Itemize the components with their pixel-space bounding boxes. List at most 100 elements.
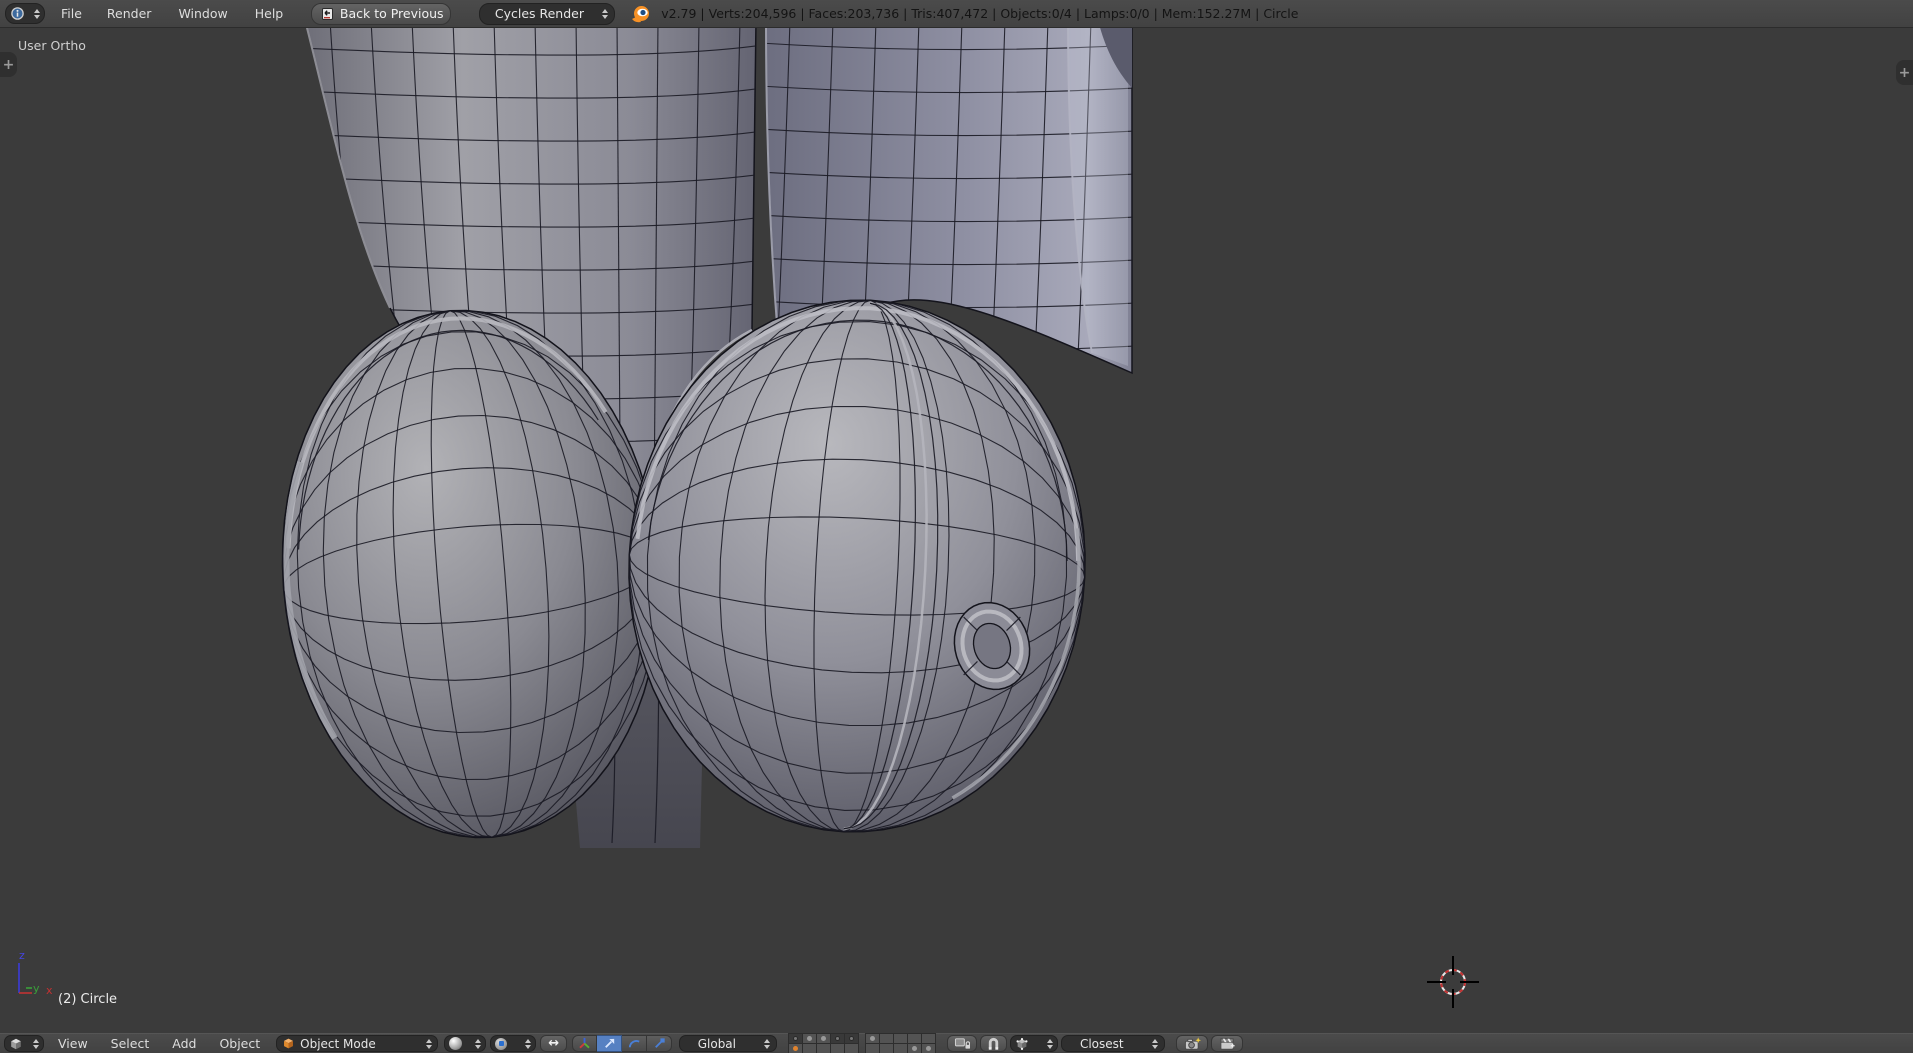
render-engine-select[interactable]: Cycles Render	[479, 2, 616, 25]
layer-cell[interactable]	[831, 1034, 845, 1043]
interaction-mode-select[interactable]: Object Mode	[276, 1035, 439, 1052]
layer-block-1	[788, 1033, 860, 1053]
opengl-render-animation-button[interactable]	[1211, 1035, 1244, 1052]
menu-render[interactable]: Render	[107, 6, 152, 21]
layer-block-2	[865, 1033, 937, 1053]
menu-select[interactable]: Select	[111, 1036, 150, 1051]
toolshelf-expand-tab[interactable]: +	[0, 52, 17, 77]
pivot-point-select[interactable]	[490, 1035, 537, 1052]
snap-element-arrows	[1042, 1038, 1054, 1049]
layer-cell[interactable]	[817, 1034, 831, 1043]
layer-cell[interactable]	[803, 1044, 817, 1053]
pivot-icon	[495, 1037, 508, 1050]
layer-cell[interactable]	[908, 1034, 922, 1043]
info-header-bar: File Render Window Help Back to Previous…	[0, 0, 1913, 28]
axis-z-label: z	[19, 949, 25, 962]
view3d-header-bar: View Select Add Object Object Mode ↔ Glo…	[0, 1033, 1913, 1053]
mode-value: Object Mode	[300, 1036, 376, 1051]
back-arrow-icon	[321, 7, 333, 20]
mode-select-arrows	[421, 1038, 433, 1049]
snap-target-arrows	[1147, 1038, 1159, 1049]
back-to-previous-button[interactable]: Back to Previous	[311, 2, 452, 25]
menu-help[interactable]: Help	[255, 6, 284, 21]
shading-sphere-icon	[449, 1037, 463, 1050]
layer-cell[interactable]	[831, 1044, 845, 1053]
clapperboard-icon	[1220, 1037, 1235, 1050]
engine-value: Cycles Render	[494, 6, 584, 21]
snap-toggle-button[interactable]	[980, 1035, 1008, 1052]
3d-viewport[interactable]: z y x User Ortho (2) Circle + +	[0, 28, 1913, 1033]
layer-cell[interactable]	[880, 1034, 894, 1043]
magnet-icon	[988, 1037, 999, 1050]
transform-orientation-select[interactable]: Global	[679, 1035, 778, 1052]
layer-object-dot	[849, 1036, 855, 1041]
layer-cell[interactable]	[866, 1044, 880, 1053]
lock-camera-to-scene-button[interactable]	[947, 1035, 978, 1052]
layer-object-dot	[821, 1036, 827, 1041]
layer-cell[interactable]	[845, 1044, 859, 1053]
mini-axis-gizmo: z y x	[18, 949, 53, 997]
properties-expand-tab[interactable]: +	[1896, 60, 1913, 85]
editor-selector-arrows	[29, 8, 40, 19]
wireframe-mesh: z y x	[18, 28, 1479, 1008]
layer-object-dot	[912, 1046, 918, 1051]
menu-file[interactable]: File	[61, 6, 82, 21]
viewport-shading-select[interactable]	[444, 1035, 487, 1052]
snap-element-select[interactable]	[1010, 1035, 1059, 1052]
info-editor-icon	[11, 7, 24, 20]
rotate-arc-icon	[628, 1040, 640, 1048]
manipulator-toggle-button[interactable]	[572, 1035, 598, 1052]
editor-selector-arrows	[28, 1038, 39, 1049]
object-mode-cube-icon	[284, 1038, 294, 1049]
scale-arrow-icon	[654, 1038, 665, 1048]
axis-x-label: x	[46, 984, 53, 997]
layer-object-dot	[926, 1046, 932, 1051]
blender-logo-icon	[632, 5, 650, 22]
layer-cell[interactable]	[817, 1044, 831, 1053]
menu-view[interactable]: View	[58, 1036, 88, 1051]
snap-target-select[interactable]: Closest	[1061, 1035, 1166, 1052]
layer-object-dot	[793, 1036, 799, 1041]
rotate-manipulator-button[interactable]	[622, 1035, 648, 1052]
manipulate-centers-toggle[interactable]: ↔	[540, 1035, 568, 1052]
layer-object-dot	[807, 1036, 813, 1041]
orientation-select-arrows	[759, 1038, 771, 1049]
layer-cell[interactable]	[894, 1034, 908, 1043]
menu-window[interactable]: Window	[178, 6, 227, 21]
scene-stats-text: v2.79 | Verts:204,596 | Faces:203,736 | …	[661, 6, 1299, 21]
layer-cell[interactable]	[803, 1034, 817, 1043]
layer-cell[interactable]	[880, 1044, 894, 1053]
translate-manipulator-button[interactable]	[597, 1035, 623, 1052]
active-object-label: (2) Circle	[58, 992, 118, 1007]
view-orientation-label: User Ortho	[18, 38, 86, 53]
layer-cell[interactable]	[922, 1034, 936, 1043]
manipulator-group	[572, 1035, 673, 1052]
layer-cell[interactable]	[908, 1044, 922, 1053]
engine-select-arrows	[597, 8, 609, 19]
layer-cell[interactable]	[789, 1044, 803, 1053]
layer-cell[interactable]	[922, 1044, 936, 1053]
snap-element-cube-icon	[1016, 1037, 1028, 1050]
pivot-select-arrows	[520, 1038, 532, 1049]
editor-type-selector-3dview[interactable]	[4, 1035, 44, 1052]
menu-add[interactable]: Add	[172, 1036, 196, 1051]
menu-object[interactable]: Object	[219, 1036, 260, 1051]
layer-cell[interactable]	[866, 1034, 880, 1043]
opengl-render-image-button[interactable]	[1176, 1035, 1209, 1052]
axis-tripod-icon	[579, 1037, 590, 1049]
shading-select-arrows	[470, 1038, 482, 1049]
layer-cell[interactable]	[894, 1044, 908, 1053]
snap-target-value: Closest	[1079, 1036, 1124, 1051]
centers-arrows-icon: ↔	[548, 1036, 560, 1051]
camera-icon	[1184, 1036, 1201, 1050]
scale-manipulator-button[interactable]	[647, 1035, 673, 1052]
layer-cell[interactable]	[845, 1034, 859, 1043]
screen-lock-icon	[955, 1038, 971, 1049]
editor-type-selector-info[interactable]	[5, 3, 45, 24]
layer-cell[interactable]	[789, 1034, 803, 1043]
3d-cursor	[1427, 956, 1479, 1008]
orientation-value: Global	[697, 1036, 736, 1051]
translate-arrow-icon	[604, 1038, 614, 1048]
layer-object-dot	[835, 1036, 841, 1041]
back-button-label: Back to Previous	[339, 6, 444, 21]
